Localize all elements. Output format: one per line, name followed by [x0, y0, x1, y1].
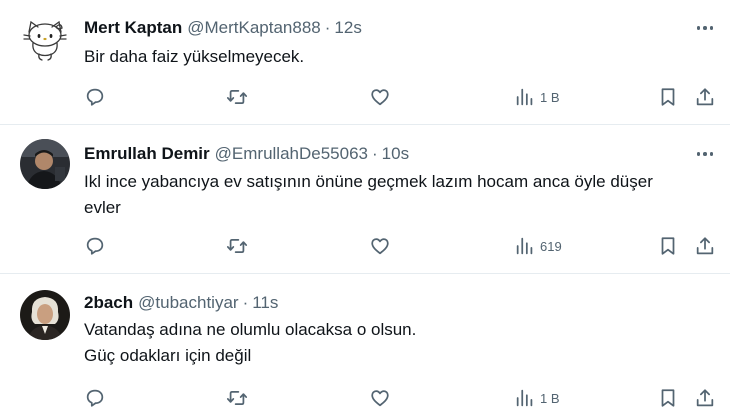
separator-dot: ·: [242, 293, 249, 312]
share-button[interactable]: [694, 233, 716, 259]
author-handle[interactable]: @EmrullahDe55063: [215, 144, 368, 164]
like-button[interactable]: [369, 84, 391, 110]
bookmark-button[interactable]: [657, 84, 679, 110]
reply-button[interactable]: [84, 385, 106, 411]
tweet-text: Vatandaş adına ne olumlu olacaksa o olsu…: [84, 317, 704, 369]
bookmark-button[interactable]: [657, 385, 679, 411]
retweet-icon: [226, 238, 248, 254]
views-count: 1 B: [540, 390, 560, 406]
reply-button[interactable]: [84, 84, 106, 110]
tweet[interactable]: Emrullah Demir @EmrullahDe55063 · 10s Ik…: [0, 125, 730, 273]
retweet-icon: [226, 89, 248, 105]
tweet-text-line: Bir daha faiz yükselmeyecek.: [84, 47, 305, 66]
views-button[interactable]: 1 B: [514, 84, 560, 110]
avatar[interactable]: [20, 139, 70, 189]
author-name[interactable]: Emrullah Demir: [84, 144, 210, 164]
timestamp[interactable]: 12s: [334, 18, 361, 38]
reply-icon: [86, 88, 104, 106]
more-options-button[interactable]: [694, 18, 716, 38]
reply-icon: [86, 237, 104, 255]
retweet-icon: [226, 390, 248, 406]
bach-portrait-image: [20, 290, 70, 340]
bookmark-icon: [661, 88, 675, 106]
share-icon: [696, 88, 714, 106]
author-name[interactable]: 2bach: [84, 293, 133, 313]
tweet-text: Bir daha faiz yükselmeyecek.: [84, 44, 704, 70]
profile-photo-image: [20, 139, 70, 189]
views-chart-icon: [516, 88, 533, 106]
bookmark-icon: [661, 389, 675, 407]
heart-icon: [371, 89, 389, 106]
views-chart-icon: [516, 389, 533, 407]
avatar[interactable]: [20, 13, 70, 63]
views-chart-icon: [516, 237, 533, 255]
action-bar: 619: [84, 233, 724, 259]
tweet-text: Ikl ince yabancıya ev satışının önüne ge…: [84, 169, 704, 221]
heart-icon: [371, 238, 389, 255]
like-button[interactable]: [369, 385, 391, 411]
timestamp[interactable]: 10s: [382, 144, 409, 164]
tweet-text-line: Vatandaş adına ne olumlu olacaksa o olsu…: [84, 320, 417, 339]
share-icon: [696, 389, 714, 407]
more-dots-icon: [696, 152, 701, 156]
author-handle[interactable]: @MertKaptan888: [187, 18, 321, 38]
like-button[interactable]: [369, 233, 391, 259]
tweet-text-line: evler: [84, 198, 121, 217]
retweet-button[interactable]: [226, 233, 248, 259]
bookmark-icon: [661, 237, 675, 255]
more-options-button[interactable]: [694, 144, 716, 164]
views-button[interactable]: 619: [514, 233, 562, 259]
action-bar: 1 B: [84, 385, 724, 411]
timestamp[interactable]: 11s: [252, 293, 278, 313]
reply-button[interactable]: [84, 233, 106, 259]
separator-dot: ·: [372, 144, 378, 163]
bookmark-button[interactable]: [657, 233, 679, 259]
tweet-header: Mert Kaptan @MertKaptan888 · 12s: [84, 16, 362, 40]
share-icon: [696, 237, 714, 255]
tweet[interactable]: 2bach @tubachtiyar · 11s Vatandaş adına …: [0, 274, 730, 420]
views-button[interactable]: 1 B: [514, 385, 560, 411]
hello-kitty-avatar-image: [23, 20, 67, 61]
share-button[interactable]: [694, 385, 716, 411]
tweet-text-line: Güç odakları için değil: [84, 346, 252, 365]
reply-icon: [86, 389, 104, 407]
heart-icon: [371, 390, 389, 407]
retweet-button[interactable]: [226, 385, 248, 411]
avatar[interactable]: [20, 290, 70, 340]
retweet-button[interactable]: [226, 84, 248, 110]
views-count: 619: [540, 238, 562, 254]
separator-dot: ·: [324, 18, 331, 37]
tweet-header: 2bach @tubachtiyar · 11s: [84, 291, 278, 315]
author-handle[interactable]: @tubachtiyar: [138, 293, 238, 313]
tweet-header: Emrullah Demir @EmrullahDe55063 · 10s: [84, 142, 409, 166]
share-button[interactable]: [694, 84, 716, 110]
action-bar: 1 B: [84, 84, 724, 110]
author-name[interactable]: Mert Kaptan: [84, 18, 182, 38]
views-count: 1 B: [540, 89, 560, 105]
tweet-text-line: Ikl ince yabancıya ev satışının önüne ge…: [84, 172, 653, 191]
more-dots-icon: [696, 26, 701, 30]
tweet[interactable]: Mert Kaptan @MertKaptan888 · 12s Bir dah…: [0, 0, 730, 124]
